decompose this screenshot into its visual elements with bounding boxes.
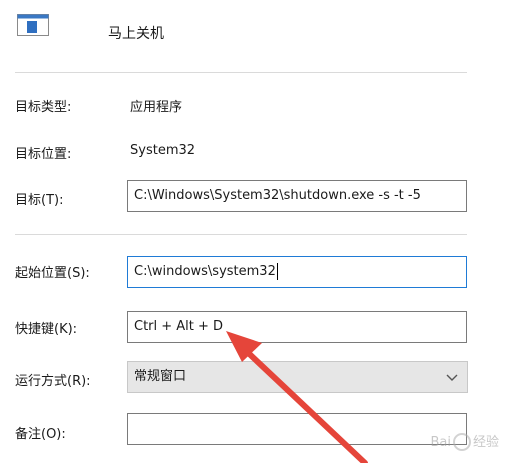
baidu-watermark: Bai 经验 [430,431,499,451]
text-caret [276,263,278,280]
run-select[interactable]: 常规窗口 [127,361,468,393]
target-input[interactable]: C:\Windows\System32\shutdown.exe -s -t -… [127,180,467,212]
chevron-down-icon [446,374,458,381]
target-location-label: 目标位置: [15,147,72,162]
divider [15,72,467,73]
start-in-label: 起始位置(S): [15,266,90,281]
target-location-value: System32 [130,143,196,158]
shortcut-key-label: 快捷键(K): [15,322,78,337]
target-type-value: 应用程序 [130,100,183,115]
target-label: 目标(T): [15,193,64,208]
paw-logo-icon [452,433,471,451]
shortcut-key-input[interactable]: Ctrl + Alt + D [127,311,467,343]
target-type-label: 目标类型: [15,100,72,115]
window-app-icon [17,14,49,36]
start-in-value: C:\windows\system32 [134,264,276,279]
divider [15,234,467,235]
watermark-text-right: 经验 [472,434,499,450]
run-label: 运行方式(R): [15,374,91,389]
run-select-value: 常规窗口 [134,369,187,384]
annotation-arrow-icon [226,331,368,463]
comment-label: 备注(O): [15,427,66,442]
comment-input[interactable] [127,413,467,445]
shortcut-title: 马上关机 [108,26,164,42]
watermark-text-left: Bai [430,434,451,450]
start-in-input[interactable]: C:\windows\system32 [127,256,467,288]
